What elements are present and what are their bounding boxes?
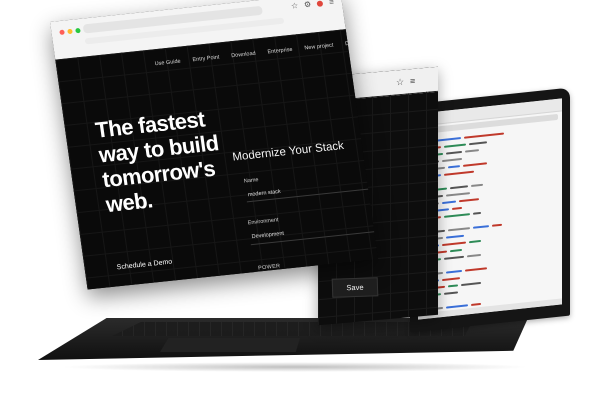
nav-item-download[interactable]: Download: [231, 51, 256, 60]
code-token: [465, 266, 487, 272]
code-token: [450, 184, 468, 189]
record-icon[interactable]: [316, 0, 324, 7]
code-token: [492, 223, 502, 227]
menu-icon[interactable]: ≡: [410, 76, 415, 86]
code-token: [444, 290, 458, 295]
code-token: [461, 281, 481, 286]
laptop-trackpad: [160, 338, 300, 352]
nav-item-enterprise[interactable]: Enterprise: [267, 47, 293, 56]
name-label: Name: [243, 177, 260, 185]
maximize-window-button[interactable]: [75, 27, 81, 34]
code-token: [473, 224, 489, 229]
star-icon[interactable]: ☆: [290, 1, 298, 11]
minimize-window-button[interactable]: [67, 28, 73, 35]
code-token: [446, 303, 468, 309]
code-token: [446, 150, 462, 155]
code-token: [471, 183, 483, 187]
code-token: [467, 253, 481, 257]
window-controls: [59, 27, 81, 36]
menu-icon[interactable]: ≡: [328, 0, 334, 7]
settings-icon[interactable]: ⚙: [303, 0, 311, 9]
code-token: [471, 302, 481, 306]
save-button[interactable]: Save: [331, 277, 379, 298]
power-label: POWER: [257, 263, 281, 272]
code-editor[interactable]: [418, 121, 562, 319]
environment-label: Environment: [247, 217, 279, 227]
nav-item-entry-point[interactable]: Entry Point: [192, 55, 220, 64]
code-token: [469, 239, 481, 243]
close-window-button[interactable]: [59, 29, 65, 36]
nav-item-new-project[interactable]: New project: [304, 43, 334, 52]
laptop-screen: [418, 98, 562, 320]
code-token: [444, 143, 466, 148]
nav-item-docs[interactable]: Docs: [345, 40, 358, 47]
nav-item-use-guide[interactable]: Use Guide: [154, 59, 181, 68]
browser-toolbar-icons: ☆ ⚙ ≡: [290, 0, 334, 11]
code-token: [469, 140, 487, 145]
code-token: [442, 276, 460, 281]
code-token: [446, 269, 462, 274]
landing-page: Use Guide Entry Point Download Enterpris…: [55, 29, 379, 290]
environment-select[interactable]: Development: [251, 231, 284, 240]
schedule-demo-link[interactable]: Schedule a Demo: [116, 259, 172, 272]
code-token: [452, 206, 462, 210]
code-token: [450, 248, 462, 252]
code-token: [448, 283, 458, 287]
star-icon[interactable]: ☆: [396, 77, 404, 89]
code-token: [446, 234, 464, 239]
code-token: [448, 226, 470, 231]
code-token: [473, 211, 481, 215]
code-token: [442, 157, 462, 162]
code-token: [444, 255, 464, 260]
main-browser-window: ☆ ⚙ ≡ Use Guide Entry Point Download Ent…: [50, 0, 379, 290]
code-token: [459, 197, 479, 202]
laptop-shadow: [60, 362, 530, 372]
code-token: [465, 148, 479, 153]
code-token: [442, 200, 456, 204]
code-token: [448, 164, 460, 168]
